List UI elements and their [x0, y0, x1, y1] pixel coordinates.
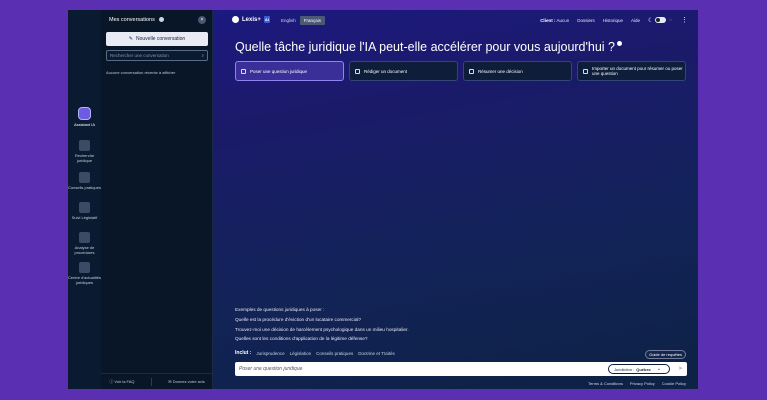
- examples-title: Exemples de questions juridiques à poser…: [235, 307, 325, 312]
- sun-icon: ☼: [668, 17, 673, 23]
- more-menu-icon[interactable]: ⋮: [681, 16, 688, 24]
- tool-rail: Assistant IA Recherche juridique Conseil…: [68, 10, 101, 389]
- task-actions: Poser une question juridique Rédiger un …: [235, 61, 686, 81]
- rail-item-assistant[interactable]: Assistant IA: [68, 107, 101, 127]
- feedback-link[interactable]: ✉ Donnez votre avis: [168, 379, 205, 384]
- help-icon[interactable]: [617, 41, 623, 46]
- rail-label: Conseils pratiques: [68, 185, 101, 190]
- divider: [150, 377, 152, 386]
- faq-link[interactable]: ⓘ Voir la FAQ: [109, 379, 134, 385]
- nav-dossiers[interactable]: Dossiers: [577, 18, 595, 23]
- ask-question-button[interactable]: Poser une question juridique: [235, 61, 344, 81]
- terms-link[interactable]: Terms & Conditions: [588, 381, 623, 386]
- panel-footer: ⓘ Voir la FAQ ✉ Donnez votre avis: [101, 373, 213, 389]
- upload-icon: [583, 68, 588, 74]
- summarize-decision-button[interactable]: Résumer une décision: [463, 61, 572, 81]
- conversations-panel: Mes conversations × ✎ Nouvelle conversat…: [101, 10, 213, 389]
- example-question[interactable]: Trouvez-moi une décision de harcèlement …: [235, 327, 409, 332]
- rail-item-research[interactable]: Recherche juridique: [68, 140, 101, 163]
- conversation-search: ⌕: [106, 50, 208, 61]
- query-guide-button[interactable]: Guide de requêtes: [645, 350, 686, 359]
- moon-icon: ☾: [648, 17, 654, 24]
- logo-icon: [232, 16, 239, 23]
- example-question[interactable]: Quelles sont les conditions d'applicatio…: [235, 336, 409, 341]
- assistant-icon: [78, 107, 91, 120]
- chevron-down-icon: ⌄: [656, 366, 662, 372]
- rail-label: Centre d'actualités juridiques: [68, 275, 102, 285]
- rail-item-news[interactable]: Centre d'actualités juridiques: [68, 262, 101, 285]
- query-bar: Juridiction : Québec ⌄ ➤: [235, 362, 687, 376]
- rail-item-legislative[interactable]: Suivi Législatif: [68, 202, 101, 220]
- brand-logo[interactable]: Lexis+ AI: [232, 16, 270, 23]
- rail-item-tips[interactable]: Conseils pratiques: [68, 172, 101, 190]
- included-sources: Inclut : Jurisprudence Législation Conse…: [235, 350, 395, 356]
- client-selector[interactable]: Client : Aucun: [540, 18, 569, 23]
- page-title: Quelle tâche juridique l'IA peut-elle ac…: [235, 40, 623, 54]
- chat-icon: [241, 68, 246, 74]
- jurisdiction-select[interactable]: Juridiction : Québec ⌄: [608, 364, 670, 374]
- draft-document-button[interactable]: Rédiger un document: [349, 61, 458, 81]
- main-area: Lexis+ AI English Français Client : Aucu…: [213, 10, 698, 389]
- cookie-link[interactable]: Cookie Policy: [662, 381, 686, 386]
- conversation-search-input[interactable]: [110, 53, 198, 58]
- legislative-icon: [79, 202, 90, 213]
- top-bar: Lexis+ AI English Français Client : Aucu…: [213, 10, 698, 32]
- document-icon: [355, 68, 360, 74]
- top-navigation: Client : Aucun Dossiers Historique Aide …: [540, 16, 688, 24]
- app-window: Assistant IA Recherche juridique Conseil…: [68, 10, 698, 389]
- upload-document-button[interactable]: Importer un document pour résumer ou pos…: [577, 61, 686, 81]
- source-tag: Conseils pratiques: [316, 350, 354, 356]
- new-chat-icon: ✎: [128, 36, 133, 42]
- example-questions: Exemples de questions juridiques à poser…: [235, 307, 409, 346]
- includes-label: Inclut :: [235, 350, 252, 356]
- analysis-icon: [79, 232, 90, 243]
- nav-aide[interactable]: Aide: [631, 18, 640, 23]
- theme-toggle[interactable]: ☾ ☼: [648, 17, 673, 24]
- brand-badge: AI: [263, 16, 270, 23]
- language-english[interactable]: English: [277, 16, 300, 25]
- new-conversation-button[interactable]: ✎ Nouvelle conversation: [106, 32, 208, 46]
- rail-label: Analyse de procédures: [74, 245, 95, 255]
- close-panel-button[interactable]: ×: [198, 16, 206, 24]
- source-tag: Législation: [289, 350, 312, 356]
- panel-header: Mes conversations ×: [109, 14, 206, 26]
- example-question[interactable]: Quelle est la procédure d'éviction d'un …: [235, 317, 409, 322]
- privacy-link[interactable]: Privacy Policy: [630, 381, 655, 386]
- tips-icon: [79, 172, 90, 183]
- help-icon: ⓘ: [109, 378, 114, 384]
- news-icon: [79, 262, 90, 273]
- rail-label: Suivi Législatif: [71, 215, 98, 220]
- brand-name: Lexis+: [242, 16, 261, 23]
- research-icon: [79, 140, 90, 151]
- question-input[interactable]: [239, 366, 599, 372]
- toggle-track: [655, 17, 667, 23]
- nav-historique[interactable]: Historique: [603, 18, 623, 23]
- panel-title: Mes conversations: [109, 17, 155, 23]
- rail-item-analysis[interactable]: Analyse de procédures: [68, 232, 101, 255]
- language-french[interactable]: Français: [299, 16, 326, 25]
- rail-label: Assistant IA: [73, 122, 96, 127]
- search-icon[interactable]: ⌕: [201, 53, 204, 58]
- new-conversation-label: Nouvelle conversation: [136, 36, 186, 42]
- feedback-icon: ✉: [168, 379, 172, 384]
- send-icon[interactable]: ➤: [678, 365, 683, 372]
- language-switcher: English Français: [277, 16, 326, 25]
- empty-conversations-message: Aucune conversation récente à afficher: [106, 70, 176, 75]
- source-tag: Jurisprudence: [256, 350, 285, 356]
- footer-links: Terms & Conditions Privacy Policy Cookie…: [588, 381, 686, 386]
- rail-label: Recherche juridique: [74, 153, 95, 163]
- list-icon: [469, 68, 474, 74]
- info-icon[interactable]: [159, 17, 165, 23]
- source-tag: Doctrine et Traités: [358, 350, 395, 356]
